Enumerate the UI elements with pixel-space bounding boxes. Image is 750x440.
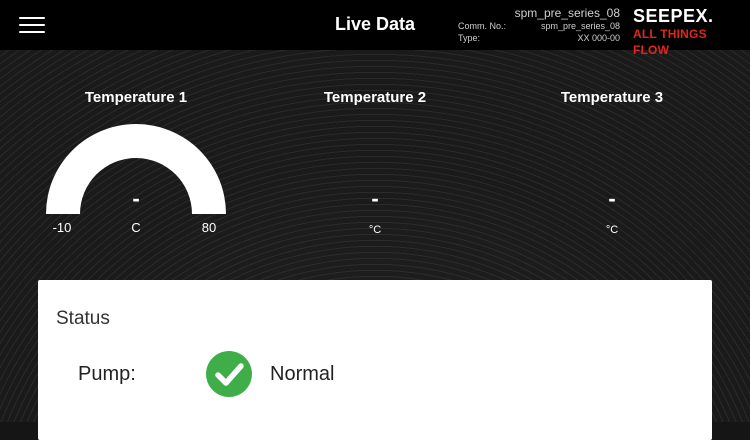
brand-logo: SEEPEX. ALL THINGS FLOW	[633, 6, 745, 58]
status-card: Status Pump: Normal	[38, 280, 712, 440]
temperature-1-value: -	[132, 186, 140, 211]
temperature-3-unit: °C	[605, 224, 619, 236]
pump-status-value: Normal	[270, 363, 335, 385]
temperature-3-value: -	[608, 186, 616, 211]
comm-number-row: Comm. No.: spm_pre_series_08	[430, 20, 620, 32]
type-row: Type: XX 000-00	[430, 32, 620, 44]
app-header: Live Data spm_pre_series_08 Comm. No.: s…	[0, 0, 750, 57]
type-label: Type:	[458, 33, 481, 43]
brand-tagline: ALL THINGS FLOW	[633, 27, 707, 57]
gauge-title-temperature-3: Temperature 3	[560, 89, 664, 106]
brand-name: SEEPEX.	[633, 6, 714, 26]
device-info: spm_pre_series_08 Comm. No.: spm_pre_ser…	[430, 6, 620, 44]
temperature-1-min: -10	[52, 220, 72, 235]
gauge-title-temperature-1: Temperature 1	[84, 89, 188, 106]
temperature-1-max: 80	[201, 220, 217, 235]
gauge-title-temperature-2: Temperature 2	[323, 89, 427, 106]
temperature-2-value: -	[371, 186, 379, 211]
pump-label: Pump:	[78, 363, 136, 385]
status-heading: Status	[56, 308, 110, 329]
check-circle-icon	[206, 351, 252, 397]
type-value: XX 000-00	[577, 33, 620, 43]
comm-number-label: Comm. No.:	[458, 21, 507, 31]
temperature-1-unit: C	[131, 220, 141, 235]
temperature-2-unit: °C	[368, 224, 382, 236]
device-name: spm_pre_series_08	[514, 6, 620, 20]
comm-number-value: spm_pre_series_08	[540, 21, 620, 31]
